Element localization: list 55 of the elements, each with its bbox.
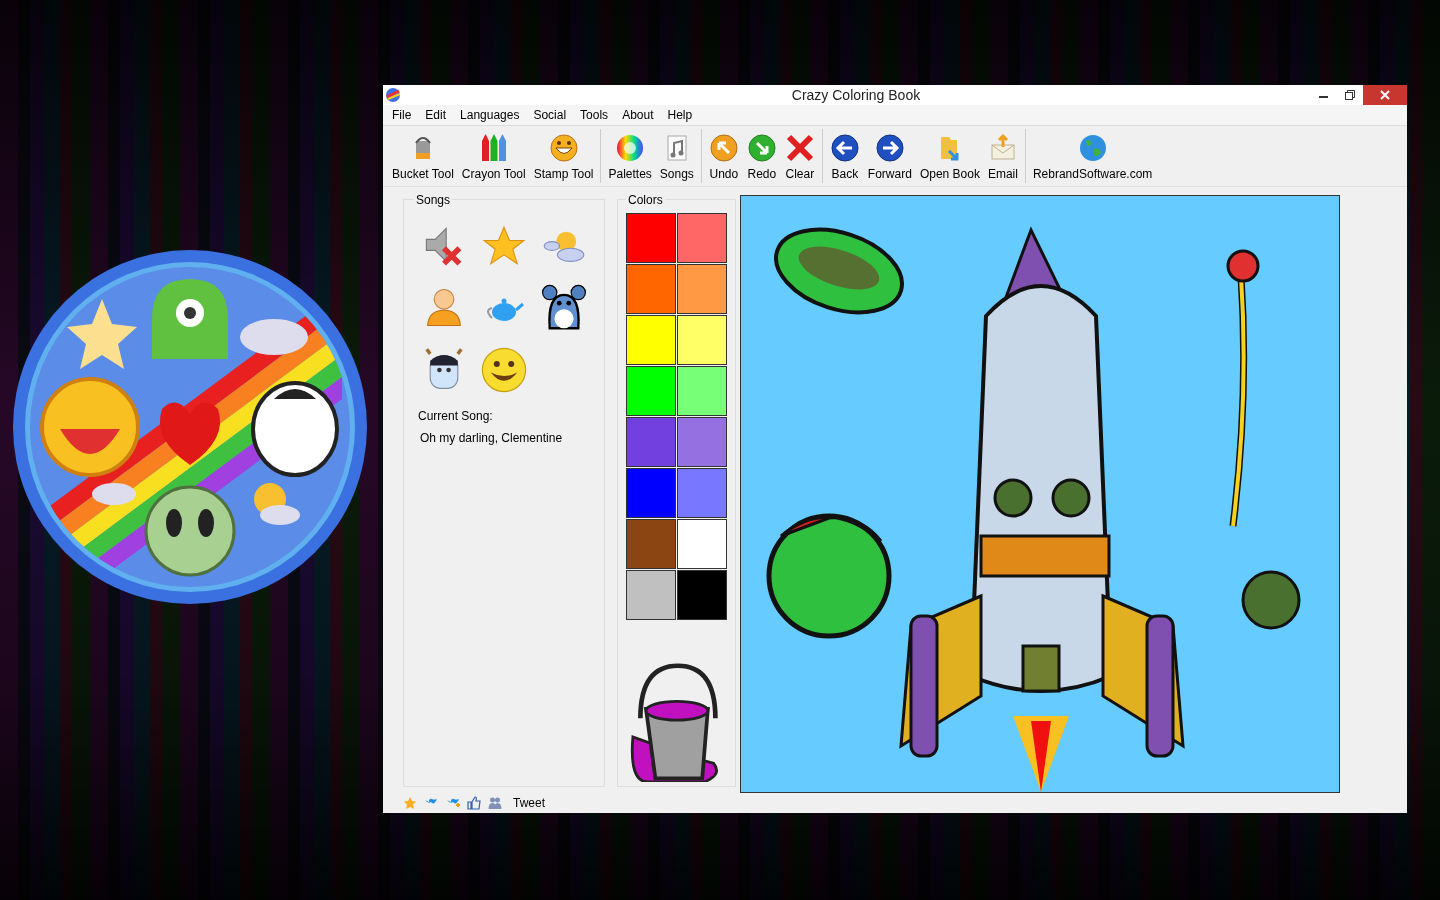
toolbar-button[interactable]: Undo: [704, 130, 743, 183]
panel-title: Songs: [415, 192, 452, 207]
tweet-link[interactable]: Tweet: [513, 795, 545, 810]
color-swatch[interactable]: [677, 365, 727, 416]
toolbar-button[interactable]: Crayon Tool: [457, 130, 530, 183]
grinning-face-icon: [548, 132, 579, 163]
color-swatch[interactable]: [626, 212, 676, 263]
color-swatch[interactable]: [677, 212, 727, 263]
menu-item[interactable]: Help: [660, 108, 700, 123]
color-swatch[interactable]: [626, 467, 676, 518]
menu-item[interactable]: File: [385, 108, 419, 123]
coloring-canvas[interactable]: [740, 194, 1340, 793]
smiley-face-icon: [480, 345, 528, 394]
toolbar-button[interactable]: Songs: [655, 130, 698, 183]
color-swatch[interactable]: [677, 518, 727, 569]
menu-item[interactable]: About: [615, 108, 661, 123]
panel-title: Colors: [627, 192, 664, 207]
color-swatch[interactable]: [677, 569, 727, 620]
menu-item[interactable]: Social: [526, 108, 574, 123]
toolbar-button[interactable]: Open Book: [915, 130, 984, 183]
toolbar-button[interactable]: Stamp Tool: [529, 130, 598, 183]
menu-item[interactable]: Languages: [453, 108, 527, 123]
people-icon: [487, 795, 503, 810]
close-button[interactable]: [1363, 85, 1407, 106]
color-wheel-icon: [615, 132, 646, 163]
current-song-title: Oh my darling, Clementine: [420, 430, 564, 445]
restore-icon: [1345, 90, 1355, 101]
toolbar-button[interactable]: Back: [825, 130, 864, 183]
menu-item[interactable]: Tools: [573, 108, 616, 123]
x-mark-icon: [784, 132, 815, 163]
color-swatch[interactable]: [626, 365, 676, 416]
star-icon: [403, 795, 417, 810]
toolbar-button[interactable]: Bucket Tool: [388, 130, 458, 183]
toolbar-button[interactable]: Email: [983, 130, 1022, 183]
toolbar-button[interactable]: Clear: [780, 130, 819, 183]
close-icon: [1380, 90, 1390, 101]
current-song-label: Current Song:: [418, 408, 494, 423]
color-swatch[interactable]: [626, 314, 676, 365]
color-swatch[interactable]: [677, 314, 727, 365]
color-swatch[interactable]: [626, 416, 676, 467]
toolbar-button[interactable]: Redo: [742, 130, 781, 183]
color-swatch[interactable]: [626, 263, 676, 314]
thumbs-up-icon: [467, 795, 481, 810]
color-swatch[interactable]: [626, 569, 676, 620]
toolbar-button[interactable]: RebrandSoftware.com: [1028, 130, 1157, 183]
color-swatch[interactable]: [626, 518, 676, 569]
app-icon: [385, 87, 401, 104]
color-swatch[interactable]: [677, 416, 727, 467]
window-title: Crazy Coloring Book: [790, 87, 922, 104]
toolbar-button[interactable]: Forward: [863, 130, 916, 183]
globe-icon: [1077, 132, 1108, 163]
menu-item[interactable]: Edit: [418, 108, 454, 123]
toolbar-button[interactable]: Palettes: [604, 130, 656, 183]
color-swatch[interactable]: [677, 467, 727, 518]
color-swatch[interactable]: [677, 263, 727, 314]
